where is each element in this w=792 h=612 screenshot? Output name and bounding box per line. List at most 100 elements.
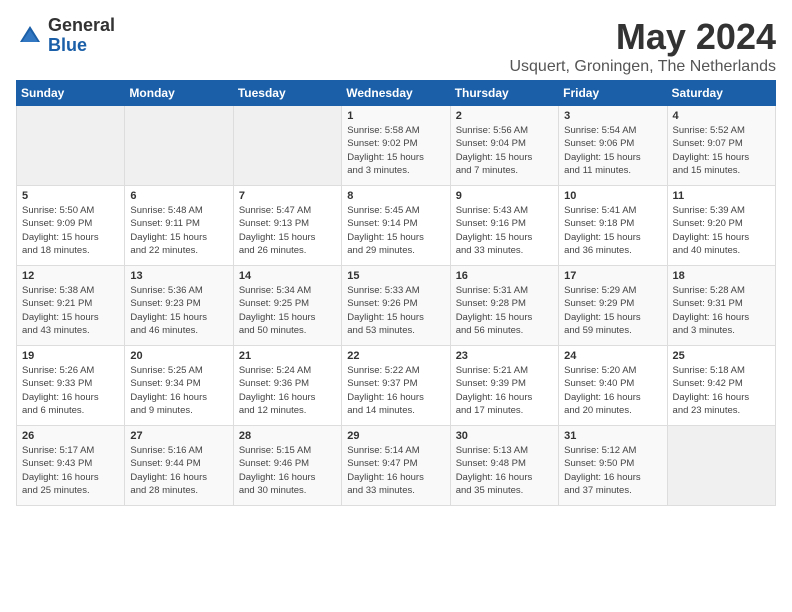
calendar-cell: 23 Sunrise: 5:21 AM Sunset: 9:39 PM Dayli…: [450, 346, 558, 426]
day-info: Sunrise: 5:18 AM Sunset: 9:42 PM Dayligh…: [673, 364, 770, 417]
calendar-cell: 29Sunrise: 5:14 AM Sunset: 9:47 PM Dayli…: [342, 426, 450, 506]
calendar-cell: 18 Sunrise: 5:28 AM Sunset: 9:31 PM Dayli…: [667, 266, 775, 346]
day-number: 4: [673, 110, 770, 122]
day-number: 14: [239, 270, 336, 282]
day-info: Sunrise: 5:20 AM Sunset: 9:40 PM Dayligh…: [564, 364, 661, 417]
day-info: Sunrise: 5:52 AM Sunset: 9:07 PM Dayligh…: [673, 124, 770, 177]
day-number: 5: [22, 190, 119, 202]
day-number: 3: [564, 110, 661, 122]
calendar-cell: 21 Sunrise: 5:24 AM Sunset: 9:36 PM Dayli…: [233, 346, 341, 426]
day-number: 18: [673, 270, 770, 282]
day-number: 23: [456, 350, 553, 362]
week-row-4: 19 Sunrise: 5:26 AM Sunset: 9:33 PM Dayli…: [17, 346, 776, 426]
day-info: Sunrise: 5:36 AM Sunset: 9:23 PM Dayligh…: [130, 284, 227, 337]
day-number: 27: [130, 430, 227, 442]
day-info: Sunrise: 5:29 AM Sunset: 9:29 PM Dayligh…: [564, 284, 661, 337]
weekday-header-tuesday: Tuesday: [233, 81, 341, 106]
calendar-cell: 12Sunrise: 5:38 AM Sunset: 9:21 PM Dayli…: [17, 266, 125, 346]
week-row-1: 1Sunrise: 5:58 AM Sunset: 9:02 PM Daylig…: [17, 106, 776, 186]
day-number: 24: [564, 350, 661, 362]
calendar-cell: 20 Sunrise: 5:25 AM Sunset: 9:34 PM Dayli…: [125, 346, 233, 426]
day-number: 19: [22, 350, 119, 362]
day-info: Sunrise: 5:26 AM Sunset: 9:33 PM Dayligh…: [22, 364, 119, 417]
day-info: Sunrise: 5:45 AM Sunset: 9:14 PM Dayligh…: [347, 204, 444, 257]
calendar-cell: 27 Sunrise: 5:16 AM Sunset: 9:44 PM Dayli…: [125, 426, 233, 506]
week-row-2: 5 Sunrise: 5:50 AM Sunset: 9:09 PM Daylig…: [17, 186, 776, 266]
day-number: 8: [347, 190, 444, 202]
day-number: 30: [456, 430, 553, 442]
day-info: Sunrise: 5:54 AM Sunset: 9:06 PM Dayligh…: [564, 124, 661, 177]
weekday-header-row: SundayMondayTuesdayWednesdayThursdayFrid…: [17, 81, 776, 106]
day-info: Sunrise: 5:24 AM Sunset: 9:36 PM Dayligh…: [239, 364, 336, 417]
day-info: Sunrise: 5:21 AM Sunset: 9:39 PM Dayligh…: [456, 364, 553, 417]
day-info: Sunrise: 5:25 AM Sunset: 9:34 PM Dayligh…: [130, 364, 227, 417]
day-number: 16: [456, 270, 553, 282]
calendar-cell: 7 Sunrise: 5:47 AM Sunset: 9:13 PM Daylig…: [233, 186, 341, 266]
page-header: General Blue May 2024 Usquert, Groningen…: [16, 16, 776, 76]
day-number: 7: [239, 190, 336, 202]
day-number: 11: [673, 190, 770, 202]
day-info: Sunrise: 5:17 AM Sunset: 9:43 PM Dayligh…: [22, 444, 119, 497]
day-number: 15: [347, 270, 444, 282]
day-info: Sunrise: 5:47 AM Sunset: 9:13 PM Dayligh…: [239, 204, 336, 257]
calendar-cell: 30 Sunrise: 5:13 AM Sunset: 9:48 PM Dayli…: [450, 426, 558, 506]
calendar-cell: 22Sunrise: 5:22 AM Sunset: 9:37 PM Dayli…: [342, 346, 450, 426]
day-info: Sunrise: 5:39 AM Sunset: 9:20 PM Dayligh…: [673, 204, 770, 257]
day-number: 21: [239, 350, 336, 362]
day-number: 25: [673, 350, 770, 362]
weekday-header-wednesday: Wednesday: [342, 81, 450, 106]
day-number: 2: [456, 110, 553, 122]
calendar-cell: 26 Sunrise: 5:17 AM Sunset: 9:43 PM Dayli…: [17, 426, 125, 506]
day-info: Sunrise: 5:13 AM Sunset: 9:48 PM Dayligh…: [456, 444, 553, 497]
day-number: 31: [564, 430, 661, 442]
day-info: Sunrise: 5:12 AM Sunset: 9:50 PM Dayligh…: [564, 444, 661, 497]
calendar-cell: 19 Sunrise: 5:26 AM Sunset: 9:33 PM Dayli…: [17, 346, 125, 426]
day-info: Sunrise: 5:28 AM Sunset: 9:31 PM Dayligh…: [673, 284, 770, 337]
calendar-cell: 10 Sunrise: 5:41 AM Sunset: 9:18 PM Dayli…: [559, 186, 667, 266]
calendar-cell: 5 Sunrise: 5:50 AM Sunset: 9:09 PM Daylig…: [17, 186, 125, 266]
month-title: May 2024: [509, 16, 776, 58]
day-number: 22: [347, 350, 444, 362]
week-row-3: 12Sunrise: 5:38 AM Sunset: 9:21 PM Dayli…: [17, 266, 776, 346]
day-info: Sunrise: 5:14 AM Sunset: 9:47 PM Dayligh…: [347, 444, 444, 497]
day-info: Sunrise: 5:43 AM Sunset: 9:16 PM Dayligh…: [456, 204, 553, 257]
calendar-cell: 16 Sunrise: 5:31 AM Sunset: 9:28 PM Dayli…: [450, 266, 558, 346]
day-number: 10: [564, 190, 661, 202]
logo-text: General Blue: [48, 16, 115, 56]
calendar-cell: [667, 426, 775, 506]
day-number: 13: [130, 270, 227, 282]
calendar-cell: 3 Sunrise: 5:54 AM Sunset: 9:06 PM Daylig…: [559, 106, 667, 186]
day-info: Sunrise: 5:48 AM Sunset: 9:11 PM Dayligh…: [130, 204, 227, 257]
calendar-cell: 6Sunrise: 5:48 AM Sunset: 9:11 PM Daylig…: [125, 186, 233, 266]
day-number: 1: [347, 110, 444, 122]
calendar-cell: 4 Sunrise: 5:52 AM Sunset: 9:07 PM Daylig…: [667, 106, 775, 186]
day-info: Sunrise: 5:56 AM Sunset: 9:04 PM Dayligh…: [456, 124, 553, 177]
day-number: 20: [130, 350, 227, 362]
day-info: Sunrise: 5:16 AM Sunset: 9:44 PM Dayligh…: [130, 444, 227, 497]
day-info: Sunrise: 5:31 AM Sunset: 9:28 PM Dayligh…: [456, 284, 553, 337]
day-info: Sunrise: 5:34 AM Sunset: 9:25 PM Dayligh…: [239, 284, 336, 337]
calendar-cell: 8 Sunrise: 5:45 AM Sunset: 9:14 PM Daylig…: [342, 186, 450, 266]
day-info: Sunrise: 5:50 AM Sunset: 9:09 PM Dayligh…: [22, 204, 119, 257]
location: Usquert, Groningen, The Netherlands: [509, 58, 776, 76]
calendar-cell: 11 Sunrise: 5:39 AM Sunset: 9:20 PM Dayli…: [667, 186, 775, 266]
calendar-cell: 31 Sunrise: 5:12 AM Sunset: 9:50 PM Dayli…: [559, 426, 667, 506]
day-info: Sunrise: 5:38 AM Sunset: 9:21 PM Dayligh…: [22, 284, 119, 337]
day-number: 28: [239, 430, 336, 442]
calendar-cell: 13 Sunrise: 5:36 AM Sunset: 9:23 PM Dayli…: [125, 266, 233, 346]
weekday-header-friday: Friday: [559, 81, 667, 106]
day-info: Sunrise: 5:41 AM Sunset: 9:18 PM Dayligh…: [564, 204, 661, 257]
calendar-cell: 2 Sunrise: 5:56 AM Sunset: 9:04 PM Daylig…: [450, 106, 558, 186]
calendar-cell: 24 Sunrise: 5:20 AM Sunset: 9:40 PM Dayli…: [559, 346, 667, 426]
day-number: 9: [456, 190, 553, 202]
day-info: Sunrise: 5:15 AM Sunset: 9:46 PM Dayligh…: [239, 444, 336, 497]
day-number: 17: [564, 270, 661, 282]
day-number: 26: [22, 430, 119, 442]
day-info: Sunrise: 5:33 AM Sunset: 9:26 PM Dayligh…: [347, 284, 444, 337]
title-block: May 2024 Usquert, Groningen, The Netherl…: [509, 16, 776, 76]
calendar-cell: 28 Sunrise: 5:15 AM Sunset: 9:46 PM Dayli…: [233, 426, 341, 506]
calendar-cell: [233, 106, 341, 186]
weekday-header-thursday: Thursday: [450, 81, 558, 106]
calendar-cell: 14 Sunrise: 5:34 AM Sunset: 9:25 PM Dayli…: [233, 266, 341, 346]
calendar-table: SundayMondayTuesdayWednesdayThursdayFrid…: [16, 80, 776, 506]
